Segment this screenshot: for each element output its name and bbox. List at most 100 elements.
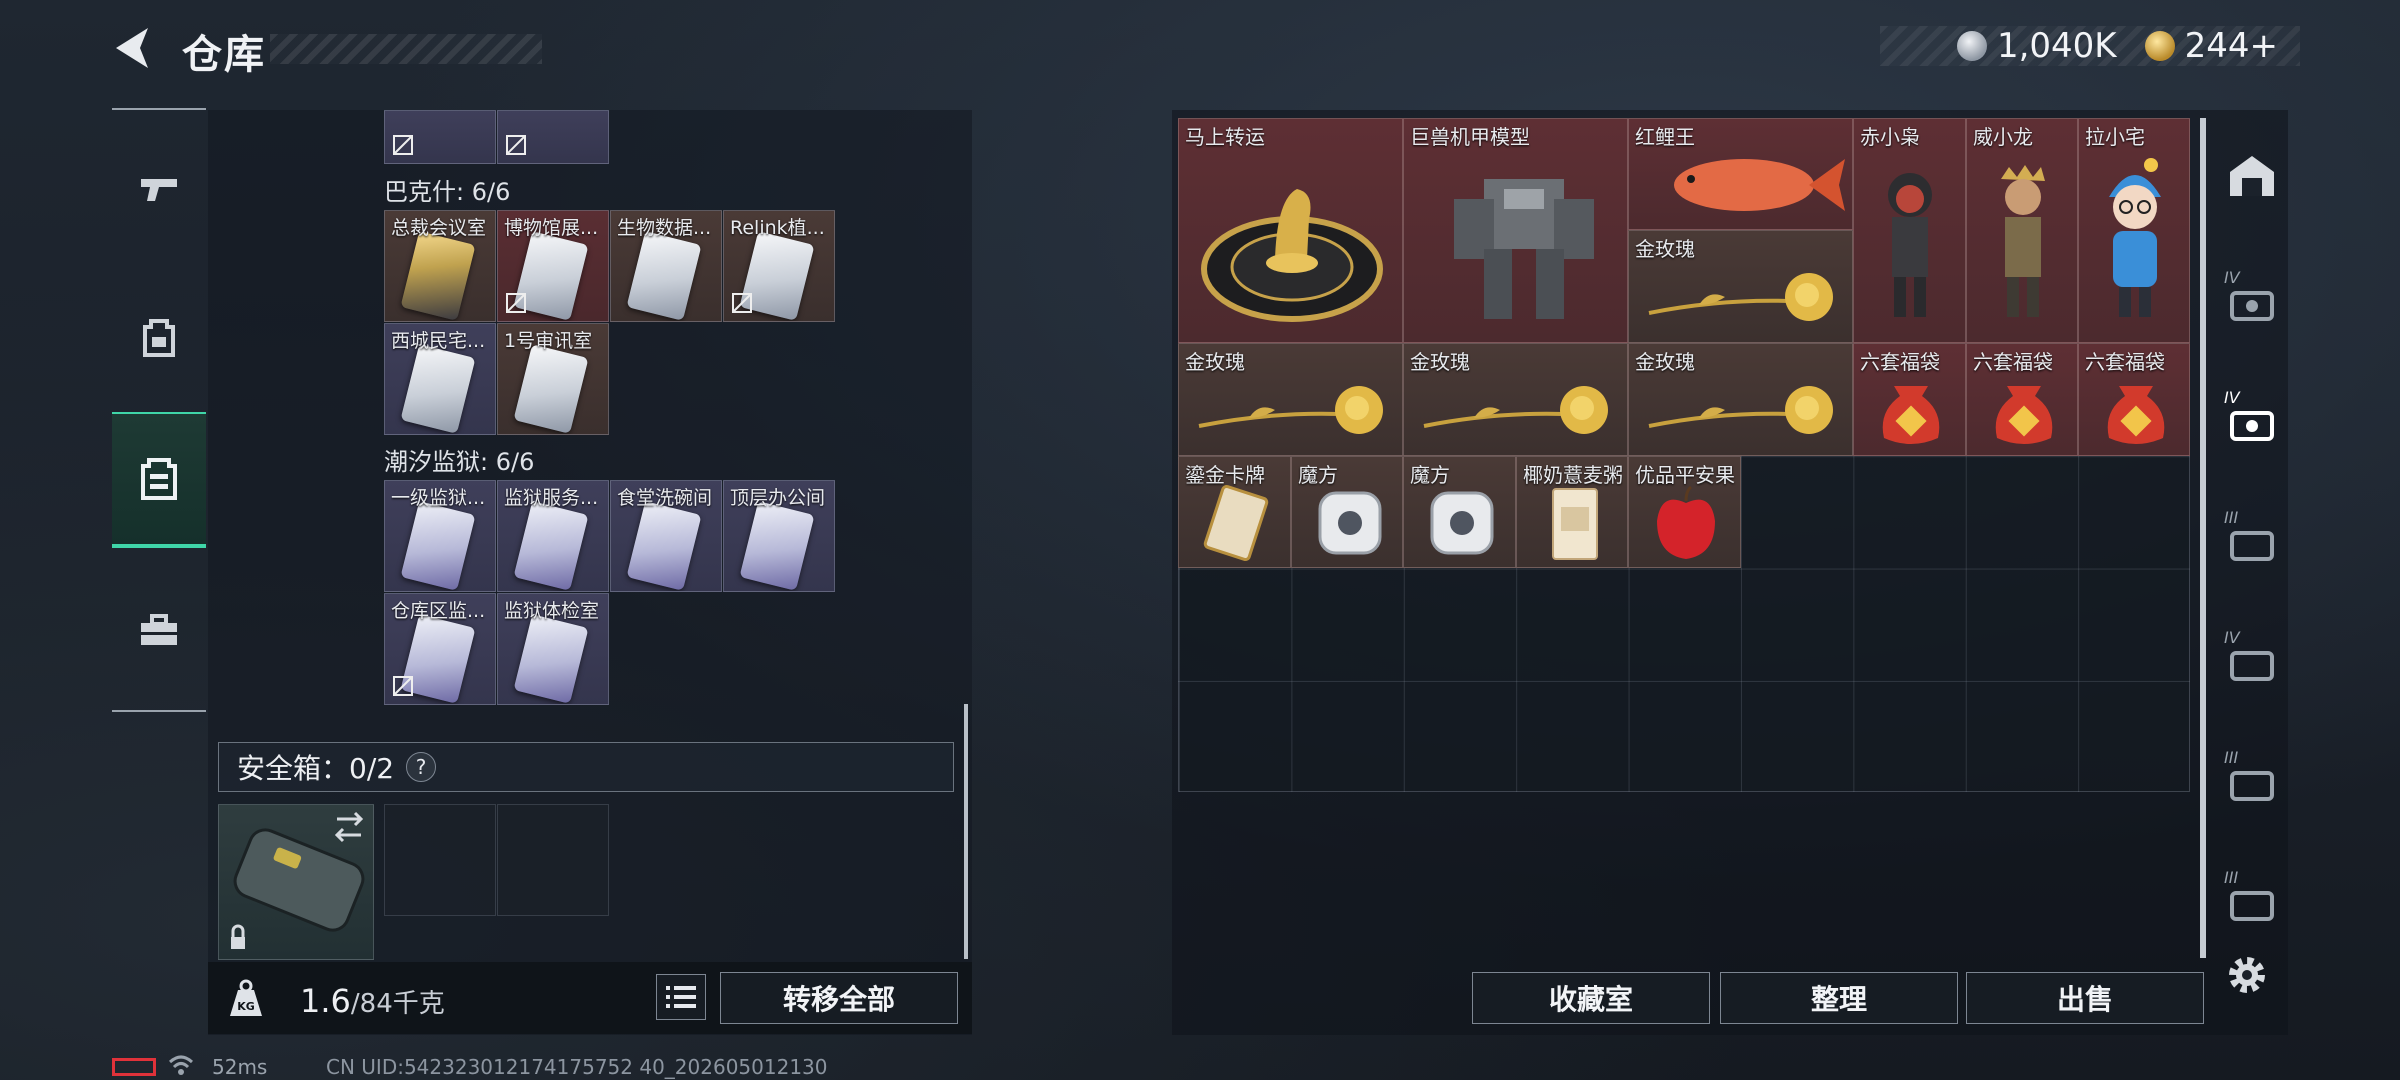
no-transfer-icon (732, 293, 752, 313)
safebox-icon (231, 811, 365, 949)
keycard-item[interactable]: 一级监狱... (384, 480, 496, 592)
keycard-item[interactable]: Relink植... (723, 210, 835, 322)
keycard-item[interactable]: 监狱体检室 (497, 593, 609, 705)
stash-tab-1[interactable]: IV (2224, 268, 2280, 324)
ping-readout: 52ms (212, 1055, 268, 1079)
weight-icon-text: KG (237, 1000, 255, 1013)
keycard-item[interactable]: 顶层办公间 (723, 480, 835, 592)
case-icon (2230, 291, 2274, 321)
keycard-icon (626, 501, 702, 591)
keycard-item[interactable]: 1号审讯室 (497, 323, 609, 435)
figure-dragon-icon (2001, 165, 2045, 317)
figure-otaku-icon (2109, 158, 2161, 317)
rail-vest-tab[interactable] (112, 412, 206, 548)
keycard-icon (400, 231, 476, 321)
uid-readout: CN UID:542323012174175752 40_20260501213… (326, 1055, 828, 1079)
safebox-header: 安全箱：0/2 ? (218, 742, 954, 792)
stash-item[interactable]: 威小龙 (1966, 118, 2078, 343)
keycard-item[interactable]: 食堂洗碗间 (610, 480, 722, 592)
tier-label: III (2224, 868, 2239, 887)
stash-item[interactable]: 金玫瑰 (1178, 343, 1403, 456)
rubiks-cube-icon (1430, 491, 1494, 555)
case-icon (2230, 411, 2274, 441)
sort-button[interactable]: 整理 (1720, 972, 1958, 1024)
stash-item[interactable]: 赤小枭 (1853, 118, 1966, 343)
keycard-icon (513, 501, 589, 591)
tier-label: IV (2224, 388, 2240, 407)
vest-icon (141, 458, 177, 500)
transfer-all-button[interactable]: 转移全部 (720, 972, 958, 1024)
keycard-icon (400, 501, 476, 591)
stash-item[interactable]: 魔方 (1403, 456, 1516, 568)
list-icon (666, 986, 696, 1008)
help-icon[interactable]: ? (406, 752, 437, 782)
item-cell-partial[interactable] (497, 110, 609, 164)
gold-rose-icon (1648, 386, 1833, 434)
keycard-item[interactable]: 仓库区监... (384, 593, 496, 705)
collection-room-button[interactable]: 收藏室 (1472, 972, 1710, 1024)
keycard-icon (513, 614, 589, 704)
figure-red-owl-icon (1888, 173, 1932, 317)
case-icon (2230, 771, 2274, 801)
left-scrollbar[interactable] (964, 704, 968, 959)
stash-item[interactable]: 马上转运 (1178, 118, 1403, 343)
list-view-button[interactable] (656, 974, 706, 1020)
coconut-porridge-icon (1552, 488, 1598, 560)
warehouse-tab-icon[interactable] (2224, 148, 2280, 204)
currency-silver-value: 1,040K (1996, 26, 2117, 66)
settings-gear-icon[interactable] (2222, 950, 2272, 1000)
stash-tab-3[interactable]: III (2224, 508, 2280, 564)
safebox-slot[interactable] (384, 804, 496, 916)
keycard-item[interactable]: 生物数据... (610, 210, 722, 322)
stash-item[interactable]: 巨兽机甲模型 (1403, 118, 1628, 343)
stash-tab-6[interactable]: III (2224, 868, 2280, 924)
stash-tab-4[interactable]: IV (2224, 628, 2280, 684)
stash-item[interactable]: 椰奶薏麦粥 (1516, 456, 1628, 568)
no-transfer-icon (393, 676, 413, 696)
stash-item[interactable]: 六套福袋 (1853, 343, 1966, 456)
rail-divider-top (112, 108, 206, 110)
stash-item[interactable]: 六套福袋 (1966, 343, 2078, 456)
stash-item[interactable]: 鎏金卡牌 (1178, 456, 1291, 568)
rail-toolbox-tab[interactable] (112, 584, 206, 678)
keycard-icon (400, 344, 476, 434)
stash-item[interactable]: 金玫瑰 (1628, 343, 1853, 456)
safebox-container[interactable] (218, 804, 374, 960)
currency-bar: 1,040K 244+ (1880, 26, 2300, 66)
stash-item[interactable]: 魔方 (1291, 456, 1403, 568)
rail-divider-bottom (112, 710, 206, 712)
keycard-icon (739, 501, 815, 591)
weight-value: 1.6 (300, 982, 351, 1020)
keycard-item[interactable]: 博物馆展... (497, 210, 609, 322)
gilded-card-icon (1203, 484, 1269, 562)
sell-button[interactable]: 出售 (1966, 972, 2204, 1024)
fortune-disk-icon (1201, 189, 1383, 322)
rubiks-cube-icon (1318, 491, 1382, 555)
red-carp-icon (1674, 159, 1845, 211)
stash-item[interactable]: 金玫瑰 (1403, 343, 1628, 456)
stash-item[interactable]: 拉小宅 (2078, 118, 2190, 343)
rail-backpack-tab[interactable] (112, 290, 206, 384)
no-transfer-icon (506, 293, 526, 313)
keycard-item[interactable]: 监狱服务... (497, 480, 609, 592)
stash-item[interactable]: 六套福袋 (2078, 343, 2190, 456)
stash-item[interactable]: 优品平安果 (1628, 456, 1741, 568)
keycard-item[interactable]: 总裁会议室 (384, 210, 496, 322)
keycard-item[interactable]: 西城民宅... (384, 323, 496, 435)
weight-readout: 1.6/84千克 (300, 982, 445, 1020)
safebox-slot[interactable] (497, 804, 609, 916)
rail-gun-tab[interactable] (112, 142, 206, 236)
stash-tab-2[interactable]: IV (2224, 388, 2280, 444)
gold-rose-icon (1198, 386, 1383, 434)
stash-item[interactable]: 金玫瑰 (1628, 230, 1853, 343)
stash-tab-5[interactable]: III (2224, 748, 2280, 804)
gold-rose-icon (1648, 273, 1833, 321)
stash-item[interactable]: 红鲤王 (1628, 118, 1853, 230)
battery-icon (112, 1058, 156, 1076)
item-cell-partial[interactable] (384, 110, 496, 164)
mech-model-icon (1454, 179, 1594, 319)
stash-scrollbar[interactable] (2200, 118, 2206, 958)
gun-icon (141, 179, 177, 201)
back-arrow-icon[interactable] (110, 24, 156, 72)
group-label-bakesh: 巴克什: 6/6 (384, 178, 511, 206)
